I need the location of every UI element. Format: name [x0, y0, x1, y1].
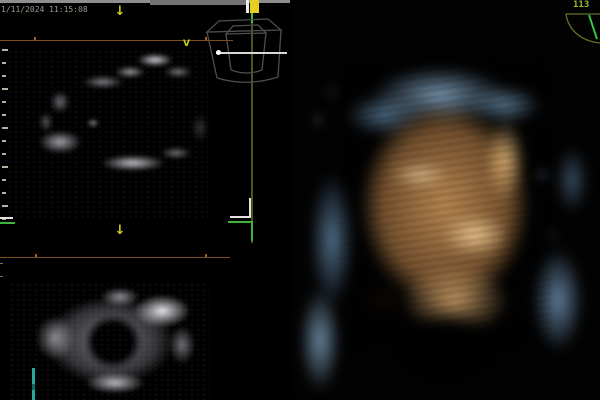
depth-ruler-tick — [2, 179, 6, 181]
crop-plane-yellow-handle[interactable] — [250, 0, 259, 13]
tee-probe-caliper-gap — [32, 384, 35, 390]
depth-ruler-tick — [0, 276, 3, 277]
depth-ruler-tick — [2, 205, 8, 207]
depth-ruler-tick — [2, 75, 6, 77]
bottom-view-baseline — [0, 257, 230, 258]
echo-2d-top-viewport[interactable] — [8, 50, 208, 218]
crop-plane-white-handle[interactable] — [246, 0, 249, 13]
pane-corner-bracket-green — [0, 222, 15, 224]
depth-ruler-tick — [2, 49, 8, 51]
pane-corner-bracket-white — [0, 217, 13, 219]
baseline-tick — [35, 254, 37, 257]
depth-ruler-tick — [2, 140, 6, 142]
depth-ruler-tick — [0, 263, 3, 264]
multiplane-angle-fan-icon — [556, 11, 600, 45]
window-top-border-segment — [150, 0, 247, 5]
cube-slice-handle-dot[interactable] — [216, 50, 221, 55]
depth-ruler-tick — [2, 114, 6, 116]
baseline-tick — [205, 254, 207, 257]
depth-ruler-tick — [2, 88, 8, 90]
orientation-v-marker: V — [183, 39, 190, 49]
datetime-stamp: 1/11/2024 11:15:08 — [1, 5, 88, 14]
sector-arrow-icon: ↓ — [113, 224, 127, 238]
depth-ruler-tick — [2, 62, 6, 64]
center-bracket-white-horizontal — [230, 216, 251, 218]
depth-ruler-tick — [2, 192, 6, 194]
baseline-tick — [34, 37, 36, 40]
depth-ruler-tick — [2, 166, 8, 168]
center-bracket-white-vertical — [249, 198, 251, 218]
sector-arrow-icon: ↓ — [113, 5, 127, 19]
top-view-baseline — [0, 40, 233, 41]
depth-ruler-tick — [2, 153, 6, 155]
multiplane-angle-value: 113 — [573, 0, 589, 10]
cube-slice-plane-line — [216, 52, 287, 54]
depth-ruler-tick — [2, 127, 8, 129]
center-bracket-green-horizontal — [228, 221, 253, 223]
ultrasound-display: 1/11/2024 11:15:08 ↓ V ↓ — [0, 0, 600, 400]
depth-ruler-tick — [2, 101, 6, 103]
echo-2d-bottom-viewport[interactable] — [10, 283, 210, 400]
volume-3d-viewport[interactable] — [290, 0, 600, 400]
center-bracket-green-vertical — [251, 221, 253, 241]
volume-3d-texture — [340, 60, 550, 350]
